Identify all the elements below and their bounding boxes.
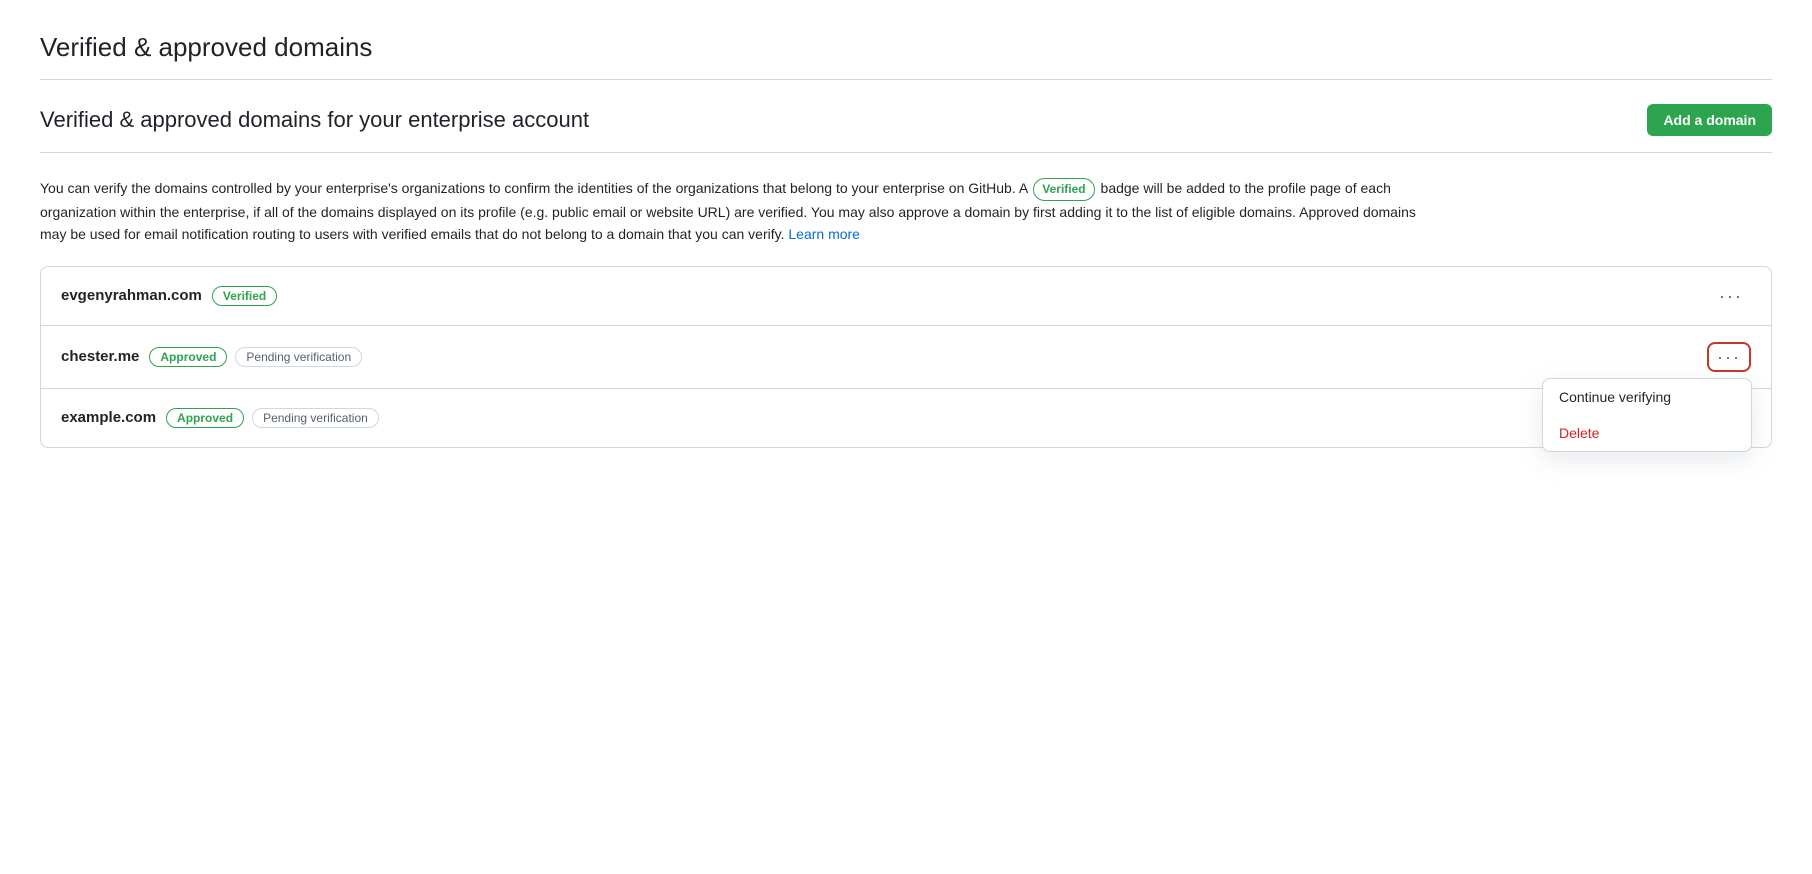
section-subtitle: Verified & approved domains for your ent… [40, 107, 589, 133]
domain-row-evgenyrahman: evgenyrahman.com Verified ··· [41, 267, 1771, 326]
description-text-1: You can verify the domains controlled by… [40, 180, 1027, 196]
badge-verified-evgenyrahman: Verified [212, 286, 277, 306]
domain-row-chester: chester.me Approved Pending verification… [41, 326, 1771, 389]
domain-actions-chester: ··· Continue verifying Delete [1707, 342, 1751, 372]
badge-pending-example: Pending verification [252, 408, 379, 428]
highlighted-actions-chester: ··· [1707, 342, 1751, 372]
continue-verifying-button[interactable]: Continue verifying [1543, 379, 1751, 415]
more-button-evgenyrahman[interactable]: ··· [1711, 283, 1751, 309]
badge-approved-example: Approved [166, 408, 244, 428]
learn-more-link[interactable]: Learn more [788, 226, 860, 242]
domain-name-example: example.com [61, 409, 156, 426]
description: You can verify the domains controlled by… [40, 177, 1440, 246]
domain-name-evgenyrahman: evgenyrahman.com [61, 287, 202, 304]
page-title: Verified & approved domains [40, 32, 1772, 63]
badge-approved-chester: Approved [149, 347, 227, 367]
domain-row-example: example.com Approved Pending verificatio… [41, 389, 1771, 447]
badge-pending-chester: Pending verification [235, 347, 362, 367]
verified-badge-inline: Verified [1033, 178, 1094, 201]
domains-container: evgenyrahman.com Verified ··· chester.me… [40, 266, 1772, 448]
section-divider-2 [40, 152, 1772, 153]
domain-actions-evgenyrahman: ··· [1711, 283, 1751, 309]
more-button-chester[interactable]: ··· [1709, 344, 1749, 370]
add-domain-button[interactable]: Add a domain [1647, 104, 1772, 136]
domain-name-chester: chester.me [61, 348, 139, 365]
section-header: Verified & approved domains for your ent… [40, 104, 1772, 136]
delete-button-chester[interactable]: Delete [1543, 415, 1751, 451]
section-divider [40, 79, 1772, 80]
dropdown-menu-chester: Continue verifying Delete [1542, 378, 1752, 452]
